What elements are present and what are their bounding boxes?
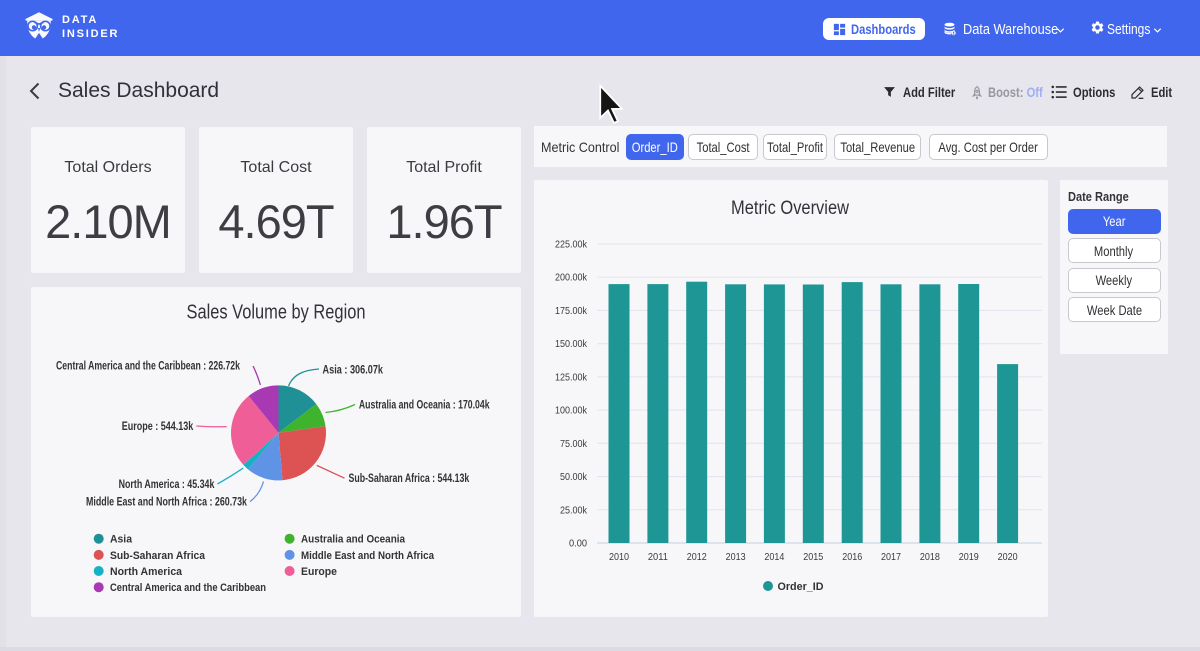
svg-text:25.00k: 25.00k: [560, 504, 588, 516]
svg-text:0.00: 0.00: [569, 538, 587, 550]
svg-text:125.00k: 125.00k: [555, 371, 588, 383]
svg-text:2018: 2018: [920, 551, 940, 563]
svg-text:2011: 2011: [648, 551, 668, 563]
svg-text:Australia and Oceania: Australia and Oceania: [301, 534, 406, 546]
svg-text:Europe: Europe: [301, 566, 337, 578]
svg-text:Middle East and North Africa: Middle East and North Africa: [301, 550, 435, 562]
svg-text:50.00k: 50.00k: [560, 471, 588, 483]
svg-text:2013: 2013: [726, 551, 746, 563]
svg-text:Central America and the Caribb: Central America and the Caribbean: [110, 582, 266, 594]
svg-text:Sub-Saharan Africa: Sub-Saharan Africa: [110, 550, 206, 562]
svg-text:North America: North America: [110, 566, 183, 578]
svg-text:Order_ID: Order_ID: [778, 581, 824, 593]
svg-text:Metric Overview: Metric Overview: [731, 198, 849, 219]
svg-text:Central America and the Caribb: Central America and the Caribbean : 226.…: [56, 361, 240, 373]
svg-text:200.00k: 200.00k: [555, 272, 588, 284]
svg-text:North America : 45.34k: North America : 45.34k: [119, 479, 215, 491]
svg-text:2015: 2015: [803, 551, 823, 563]
svg-text:2019: 2019: [959, 551, 979, 563]
svg-text:2010: 2010: [609, 551, 629, 563]
svg-text:Middle East and North Africa :: Middle East and North Africa : 260.73k: [86, 497, 247, 509]
svg-text:2017: 2017: [881, 551, 901, 563]
svg-text:Sub-Saharan Africa : 544.13k: Sub-Saharan Africa : 544.13k: [349, 473, 470, 485]
svg-text:Europe : 544.13k: Europe : 544.13k: [122, 421, 194, 433]
svg-text:150.00k: 150.00k: [555, 338, 588, 350]
svg-text:100.00k: 100.00k: [555, 405, 588, 417]
svg-text:Sales Volume by Region: Sales Volume by Region: [187, 302, 366, 324]
svg-text:2020: 2020: [998, 551, 1018, 563]
svg-text:75.00k: 75.00k: [560, 438, 588, 450]
svg-text:2012: 2012: [687, 551, 707, 563]
svg-text:Australia and Oceania : 170.04: Australia and Oceania : 170.04k: [359, 400, 490, 412]
svg-text:175.00k: 175.00k: [555, 305, 588, 317]
svg-text:2016: 2016: [842, 551, 862, 563]
svg-text:Asia : 306.07k: Asia : 306.07k: [323, 364, 384, 376]
svg-text:225.00k: 225.00k: [555, 239, 588, 251]
svg-text:2014: 2014: [764, 551, 784, 563]
svg-text:Asia: Asia: [110, 534, 133, 546]
